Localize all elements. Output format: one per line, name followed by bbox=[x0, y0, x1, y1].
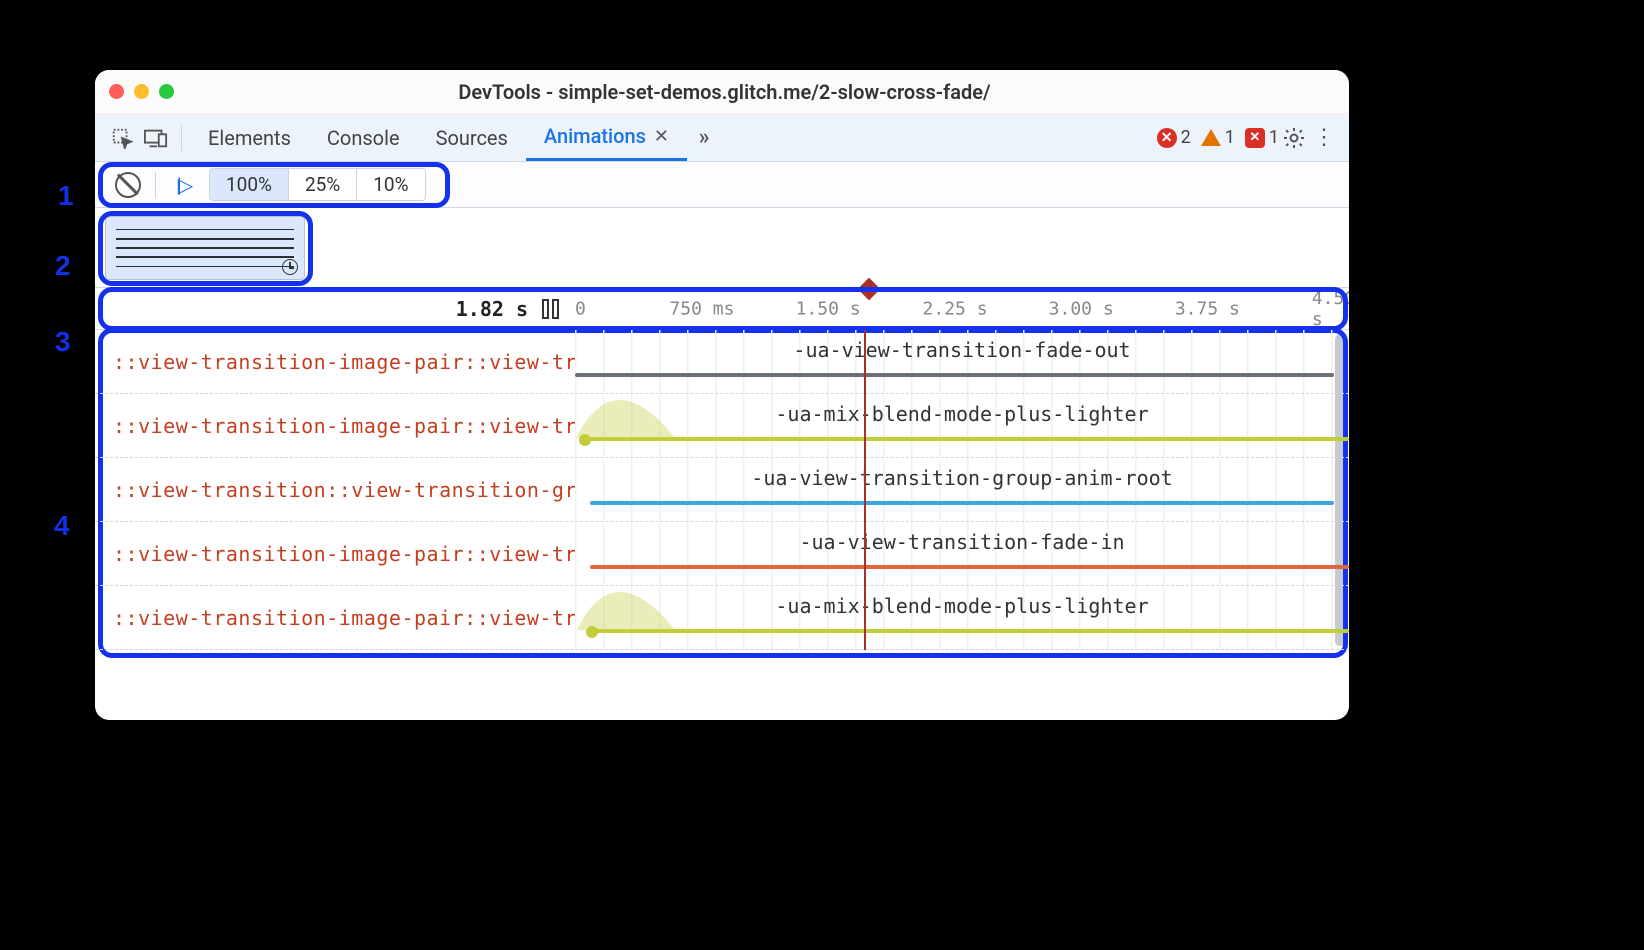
track-element-name[interactable]: ::view-transition-image-pair::view-tra bbox=[95, 586, 575, 649]
timeline-ruler[interactable]: 1.82 s 0 750 ms 1.50 s 2.25 s 3.00 s 3.75 s 4.… bbox=[95, 288, 1349, 330]
titlebar: DevTools - simple-set-demos.glitch.me/2-… bbox=[95, 70, 1349, 114]
tab-label: Console bbox=[327, 126, 400, 150]
callout-2: 2 bbox=[55, 250, 71, 282]
speed-25[interactable]: 25% bbox=[288, 168, 357, 201]
capture-thumb[interactable] bbox=[105, 216, 305, 280]
animation-bar[interactable] bbox=[583, 437, 1349, 441]
tab-label: Sources bbox=[436, 126, 508, 150]
warnings-indicator[interactable]: 1 bbox=[1201, 127, 1235, 148]
track-element-name[interactable]: ::view-transition-image-pair::view-tra bbox=[95, 394, 575, 457]
callout-3: 3 bbox=[55, 326, 71, 358]
callout-1: 1 bbox=[58, 180, 74, 212]
pause-icon[interactable] bbox=[542, 299, 559, 319]
errors-indicator[interactable]: ✕ 2 bbox=[1157, 127, 1191, 148]
animation-bar[interactable] bbox=[575, 373, 1334, 377]
issue-icon: ✕ bbox=[1245, 128, 1265, 148]
minimize-window-button[interactable] bbox=[134, 84, 149, 99]
speed-toggle: 100% 25% 10% bbox=[210, 168, 426, 201]
animation-name: -ua-view-transition-fade-out bbox=[793, 338, 1130, 362]
animation-bar[interactable] bbox=[590, 501, 1333, 505]
clock-icon bbox=[282, 259, 298, 275]
animation-name: -ua-view-transition-group-anim-root bbox=[751, 466, 1172, 490]
issue-count: 1 bbox=[1269, 127, 1279, 148]
settings-icon[interactable] bbox=[1279, 123, 1309, 153]
tab-elements[interactable]: Elements bbox=[190, 114, 309, 161]
keyframe-knob[interactable] bbox=[579, 434, 591, 446]
tab-sources[interactable]: Sources bbox=[418, 114, 526, 161]
easing-curve bbox=[575, 590, 675, 630]
track-row[interactable]: ::view-transition-image-pair::view-tra -u… bbox=[95, 586, 1349, 650]
error-count: 2 bbox=[1181, 127, 1191, 148]
animation-tracks: ::view-transition-image-pair::view-tra-u… bbox=[95, 330, 1349, 650]
animation-name: -ua-mix-blend-mode-plus-lighter bbox=[775, 402, 1148, 426]
track-row[interactable]: ::view-transition::view-transition-gro -u… bbox=[95, 458, 1349, 522]
track-row[interactable]: ::view-transition-image-pair::view-tra -u… bbox=[95, 330, 1349, 394]
warning-count: 1 bbox=[1225, 127, 1235, 148]
animation-bar[interactable] bbox=[590, 565, 1349, 569]
track-row[interactable]: ::view-transition-image-pair::view-tra -u… bbox=[95, 394, 1349, 458]
device-toggle-icon[interactable] bbox=[139, 121, 173, 155]
track-lane[interactable]: -ua-mix-blend-mode-plus-lighter bbox=[575, 394, 1349, 457]
capture-strip bbox=[95, 208, 1349, 288]
track-element-name[interactable]: ::view-transition::view-transition-gro bbox=[95, 458, 575, 521]
warning-icon bbox=[1201, 129, 1221, 146]
track-element-name[interactable]: ::view-transition-image-pair::view-tra bbox=[95, 522, 575, 585]
easing-curve bbox=[575, 398, 675, 438]
track-lane[interactable]: -ua-view-transition-fade-out bbox=[575, 330, 1349, 393]
devtools-window: DevTools - simple-set-demos.glitch.me/2-… bbox=[95, 70, 1349, 720]
ruler-tick: 0 bbox=[575, 298, 586, 319]
close-tab-icon[interactable]: ✕ bbox=[654, 126, 669, 147]
animation-name: -ua-mix-blend-mode-plus-lighter bbox=[775, 594, 1148, 618]
animation-toolbar: |▷ 100% 25% 10% bbox=[95, 162, 1349, 208]
speed-label: 25% bbox=[305, 173, 340, 196]
inspect-element-icon[interactable] bbox=[105, 121, 139, 155]
zoom-window-button[interactable] bbox=[159, 84, 174, 99]
more-menu-icon[interactable]: ⋮ bbox=[1309, 123, 1339, 153]
animation-bar[interactable] bbox=[590, 629, 1349, 633]
speed-100[interactable]: 100% bbox=[209, 168, 289, 201]
track-lane[interactable]: -ua-view-transition-group-anim-root bbox=[575, 458, 1349, 521]
speed-label: 10% bbox=[373, 173, 408, 196]
track-row[interactable]: ::view-transition-image-pair::view-tra -u… bbox=[95, 522, 1349, 586]
window-title: DevTools - simple-set-demos.glitch.me/2-… bbox=[174, 80, 1275, 104]
callout-4: 4 bbox=[54, 510, 70, 542]
resume-button[interactable]: |▷ bbox=[170, 173, 196, 197]
ruler-tick: 750 ms bbox=[669, 298, 734, 319]
track-lane[interactable]: -ua-mix-blend-mode-plus-lighter bbox=[575, 586, 1349, 649]
ruler-tick: 3.00 s bbox=[1049, 298, 1114, 319]
ruler-tick: 1.50 s bbox=[796, 298, 861, 319]
track-lane[interactable]: -ua-view-transition-fade-in bbox=[575, 522, 1349, 585]
tab-animations[interactable]: Animations ✕ bbox=[526, 114, 687, 161]
ruler-tick: 2.25 s bbox=[923, 298, 988, 319]
playhead-line[interactable] bbox=[864, 330, 866, 650]
track-element-name[interactable]: ::view-transition-image-pair::view-tra bbox=[95, 330, 575, 393]
tab-label: Elements bbox=[208, 126, 291, 150]
ruler-scale[interactable]: 0 750 ms 1.50 s 2.25 s 3.00 s 3.75 s 4.50 s bbox=[575, 288, 1349, 329]
close-window-button[interactable] bbox=[109, 84, 124, 99]
current-time: 1.82 s bbox=[456, 297, 528, 321]
main-tabbar: Elements Console Sources Animations ✕ » … bbox=[95, 114, 1349, 162]
error-icon: ✕ bbox=[1157, 128, 1177, 148]
tab-label: Animations bbox=[544, 124, 646, 148]
animation-name: -ua-view-transition-fade-in bbox=[799, 530, 1124, 554]
more-tabs-icon[interactable]: » bbox=[687, 121, 721, 155]
speed-10[interactable]: 10% bbox=[356, 168, 425, 201]
clear-button[interactable] bbox=[115, 172, 141, 198]
ruler-tick: 4.50 s bbox=[1312, 288, 1349, 330]
speed-label: 100% bbox=[226, 173, 272, 196]
ruler-tick: 3.75 s bbox=[1175, 298, 1240, 319]
tab-console[interactable]: Console bbox=[309, 114, 418, 161]
issues-indicator[interactable]: ✕ 1 bbox=[1245, 127, 1279, 148]
